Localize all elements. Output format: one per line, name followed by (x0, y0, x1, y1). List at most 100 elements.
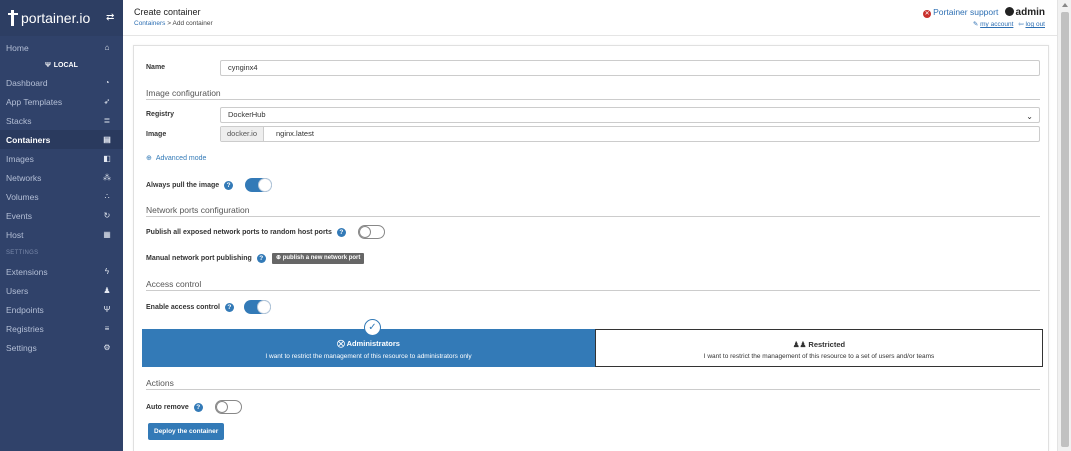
sidebar-item-label: Users (6, 285, 29, 296)
registries-icon: ≡ (104, 324, 110, 333)
globe-icon: ⊕ (146, 155, 152, 162)
breadcrumb-separator: > (165, 20, 173, 27)
sidebar-item-endpoints[interactable]: Endpoints Ψ (0, 300, 123, 319)
always-pull-toggle[interactable] (245, 178, 272, 192)
sidebar-item-label: Stacks (6, 115, 32, 126)
advanced-mode-link[interactable]: ⊕ Advanced mode (146, 154, 206, 162)
image-label: Image (146, 131, 167, 138)
section-divider (146, 99, 1040, 100)
brand-name: portainer.io (21, 10, 91, 26)
manual-publish-label: Manual network port publishing ? (146, 254, 266, 263)
images-icon: ◧ (103, 154, 111, 163)
administrators-option[interactable]: ✓ ⛒ Administrators I want to restrict th… (142, 319, 595, 367)
access-control-title: Access control (146, 279, 202, 289)
publish-all-label: Publish all exposed network ports to ran… (146, 228, 346, 237)
stacks-icon: ≣ (103, 116, 111, 125)
advanced-mode-label: Advanced mode (155, 155, 207, 162)
sidebar-item-label: Images (6, 153, 34, 164)
sidebar-item-networks[interactable]: Networks ⁂ (0, 168, 123, 187)
crane-icon (8, 10, 18, 26)
settings-icon: ⚙ (103, 343, 111, 352)
logout-icon: ⇦ (1018, 21, 1024, 28)
name-input[interactable]: cynginx4 (220, 60, 1040, 76)
section-divider (146, 216, 1040, 217)
sidebar-item-label: Containers (6, 134, 51, 145)
section-divider (146, 389, 1040, 390)
plug-icon: Ψ (45, 61, 51, 69)
enable-access-toggle[interactable] (244, 300, 271, 314)
sidebar-item-label: Settings (6, 342, 37, 353)
image-input[interactable]: nginx.latest (276, 127, 314, 141)
help-icon[interactable]: ? (256, 254, 266, 263)
sidebar-item-label: Events (6, 210, 32, 221)
sidebar-item-label: Extensions (6, 266, 48, 277)
auto-remove-label: Auto remove ? (146, 403, 203, 412)
restricted-option[interactable]: ♟♟ Restricted I want to restrict the man… (595, 329, 1043, 367)
wrench-icon: ✎ (972, 21, 979, 28)
sidebar-item-containers[interactable]: Containers ▤ (0, 130, 123, 149)
brand-header: portainer.io ⇄ (0, 0, 123, 36)
publish-all-toggle[interactable] (358, 225, 385, 239)
sidebar-item-volumes[interactable]: Volumes ∴ (0, 187, 123, 206)
deploy-container-button[interactable]: Deploy the container (148, 423, 225, 440)
scroll-thumb[interactable] (1061, 12, 1069, 447)
plus-circle-icon: ⊕ (276, 255, 282, 261)
sidebar: portainer.io ⇄ Home ⌂ Ψ LOCAL Dashboard ◔… (0, 0, 123, 451)
image-input-group[interactable]: docker.io nginx.latest (220, 126, 1040, 142)
networks-icon: ⁂ (103, 173, 111, 182)
page-scrollbar[interactable] (1057, 0, 1071, 451)
help-icon[interactable]: ? (336, 228, 346, 237)
volumes-icon: ∴ (104, 192, 110, 201)
help-icon[interactable]: ? (193, 403, 203, 412)
sidebar-item-label: Host (6, 229, 24, 240)
sidebar-toggle-icon[interactable]: ⇄ (106, 12, 114, 23)
dashboard-icon: ◔ (104, 78, 110, 87)
auto-remove-text: Auto remove (146, 404, 189, 411)
app-window: portainer.io ⇄ Home ⌂ Ψ LOCAL Dashboard ◔… (0, 0, 1071, 451)
sidebar-item-extensions[interactable]: Extensions ϟ (0, 262, 123, 281)
publish-new-port-button[interactable]: ⊕ publish a new network port (272, 253, 365, 264)
scroll-up-arrow-icon[interactable] (1062, 3, 1068, 7)
sidebar-item-label: App Templates (6, 96, 63, 107)
sidebar-item-dashboard[interactable]: Dashboard ◔ (0, 73, 123, 92)
sidebar-item-stacks[interactable]: Stacks ≣ (0, 111, 123, 130)
always-pull-text: Always pull the image (146, 182, 220, 189)
sidebar-item-users[interactable]: Users ♟ (0, 281, 123, 300)
log-out-link[interactable]: log out (1025, 21, 1045, 28)
sidebar-item-images[interactable]: Images ◧ (0, 149, 123, 168)
checkmark-icon: ✓ (364, 319, 381, 336)
enable-access-text: Enable access control (146, 304, 220, 311)
support-icon: ✕ (923, 10, 932, 18)
portainer-support-link[interactable]: ✕ Portainer support (923, 7, 999, 18)
breadcrumb: Containers > Add container (134, 20, 213, 27)
manual-publish-text: Manual network port publishing (146, 255, 252, 262)
name-label: Name (146, 64, 166, 71)
portainer-logo[interactable]: portainer.io (8, 10, 90, 26)
breadcrumb-containers-link[interactable]: Containers (134, 20, 165, 27)
sidebar-item-home[interactable]: Home ⌂ (0, 38, 123, 57)
registry-select[interactable]: DockerHub ⌄ (220, 107, 1040, 123)
sidebar-item-settings[interactable]: Settings ⚙ (0, 338, 123, 357)
sidebar-item-app-templates[interactable]: App Templates ➶ (0, 92, 123, 111)
enable-access-label: Enable access control ? (146, 303, 234, 312)
administrators-title: ⛒ Administrators (142, 339, 595, 349)
support-label: Portainer support (933, 7, 999, 17)
image-config-title: Image configuration (146, 88, 221, 98)
username-label: admin (1015, 7, 1045, 18)
account-links: ✎ my account ⇦ log out (923, 20, 1045, 28)
sidebar-item-host[interactable]: Host ▦ (0, 225, 123, 244)
help-icon[interactable]: ? (224, 303, 234, 312)
containers-icon: ▤ (103, 135, 111, 144)
page-header: Create container Containers > Add contai… (123, 0, 1057, 36)
help-icon[interactable]: ? (224, 181, 234, 190)
sidebar-section-settings: SETTINGS (6, 250, 39, 256)
user-slash-icon: ⛒ (337, 339, 345, 348)
sidebar-item-label: Endpoints (6, 304, 44, 315)
my-account-link[interactable]: my account (980, 21, 1013, 28)
page-title: Create container (134, 7, 201, 17)
breadcrumb-current: Add container (172, 20, 213, 27)
sidebar-item-events[interactable]: Events ↻ (0, 206, 123, 225)
section-divider (146, 290, 1040, 291)
auto-remove-toggle[interactable] (215, 400, 242, 414)
sidebar-item-registries[interactable]: Registries ≡ (0, 319, 123, 338)
